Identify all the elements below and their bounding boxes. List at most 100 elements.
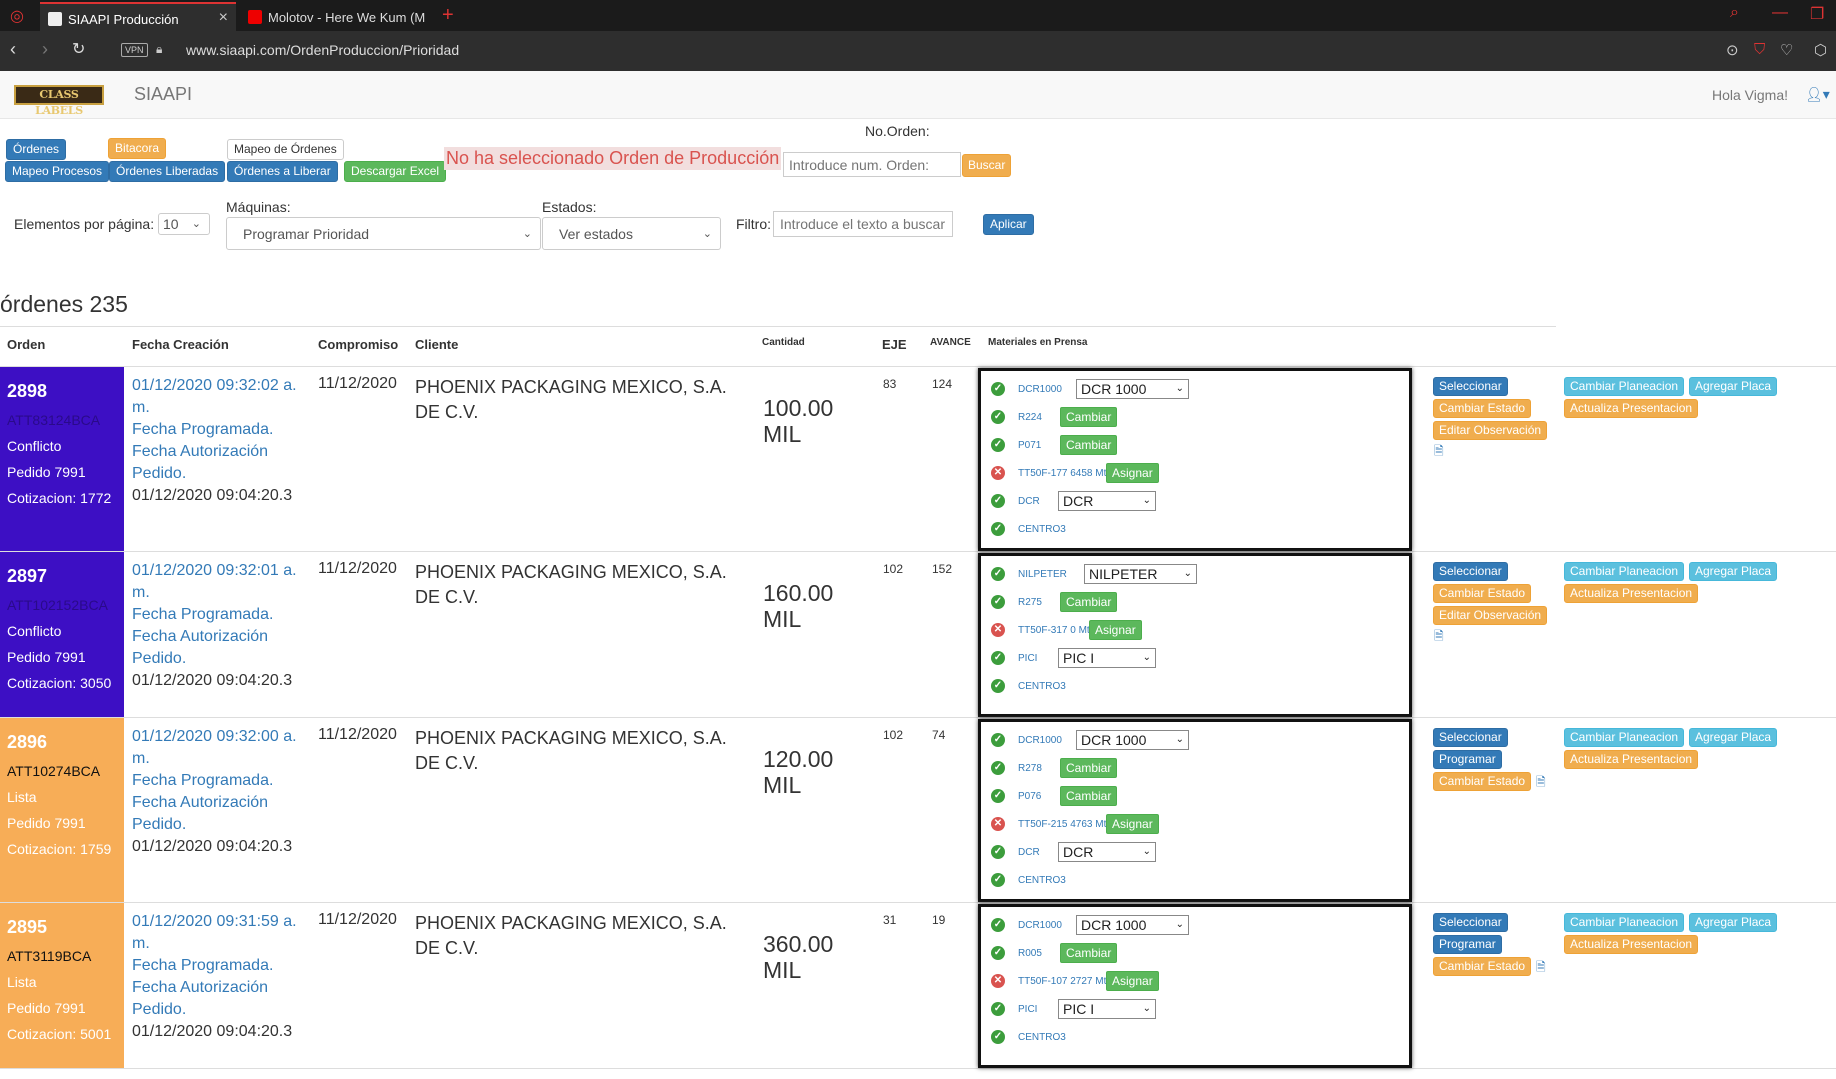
fecha-autorizacion[interactable]: Fecha Autorización Pedido. [132, 977, 312, 1021]
material-select[interactable]: DCR 1000 ⌄ [1076, 730, 1189, 750]
material-select[interactable]: DCR ⌄ [1058, 491, 1156, 511]
cambiar-button[interactable]: Cambiar [1060, 407, 1118, 427]
tab-youtube[interactable]: Molotov - Here We Kum (M [240, 2, 440, 31]
actualiza-presentacion-button[interactable]: Actualiza Presentacion [1564, 399, 1699, 418]
cambiar-planeacion-button[interactable]: Cambiar Planeacion [1564, 913, 1685, 932]
actualiza-presentacion-button[interactable]: Actualiza Presentacion [1564, 935, 1699, 954]
material-code[interactable]: NILPETER [1018, 569, 1067, 580]
vpn-badge[interactable]: VPN [121, 43, 148, 57]
material-select[interactable]: DCR 1000 ⌄ [1076, 915, 1189, 935]
cube-icon[interactable]: ⬡ [1814, 41, 1827, 59]
fecha-autorizacion[interactable]: Fecha Autorización Pedido. [132, 626, 312, 670]
material-code[interactable]: TT50F-317 0 Mts [1018, 625, 1095, 636]
order-number[interactable]: 2898 [7, 381, 117, 402]
editar-observacion-button[interactable]: Editar Observación [1433, 606, 1548, 625]
user-menu-icon[interactable]: 👤︎▾ [1805, 86, 1830, 103]
seleccionar-button[interactable]: Seleccionar [1433, 377, 1508, 396]
col-cantidad[interactable]: Cantidad [762, 337, 805, 348]
brand[interactable]: SIAAPI [134, 84, 192, 105]
editar-observacion-button[interactable]: Editar Observación [1433, 421, 1548, 440]
material-code[interactable]: DCR [1018, 847, 1040, 858]
material-code[interactable]: R224 [1018, 412, 1042, 423]
ordenes-liberadas-button[interactable]: Órdenes Liberadas [109, 161, 226, 182]
maquinas-select[interactable]: Programar Prioridad ⌄ [226, 217, 541, 250]
pdf-icon[interactable]: 🗎 [1536, 773, 1546, 794]
material-select[interactable]: PIC I ⌄ [1058, 648, 1156, 668]
material-select[interactable]: DCR 1000 ⌄ [1076, 379, 1189, 399]
material-code[interactable]: R005 [1018, 948, 1042, 959]
pdf-icon[interactable]: 🗎 [1434, 442, 1444, 463]
programar-button[interactable]: Programar [1433, 750, 1502, 769]
col-compromiso[interactable]: Compromiso [318, 337, 398, 352]
material-select[interactable]: PIC I ⌄ [1058, 999, 1156, 1019]
mapeo-procesos-button[interactable]: Mapeo Procesos [5, 161, 110, 182]
pdf-icon[interactable]: 🗎 [1434, 627, 1444, 648]
asignar-button[interactable]: Asignar [1106, 971, 1159, 991]
minimize-icon[interactable]: — [1772, 4, 1788, 22]
cambiar-button[interactable]: Cambiar [1060, 943, 1118, 963]
opera-menu-icon[interactable]: ◎ [10, 6, 24, 26]
table-row[interactable]: 2897 ATT102152BCA Conflicto Pedido 7991 … [0, 552, 1836, 718]
fecha-programada[interactable]: Fecha Programada. [132, 419, 312, 441]
cambiar-estado-button[interactable]: Cambiar Estado [1433, 584, 1532, 603]
material-code[interactable]: PICI [1018, 1004, 1037, 1015]
material-code[interactable]: CENTRO3 [1018, 1032, 1066, 1043]
elementos-select[interactable]: 10 ⌄ [158, 213, 210, 235]
ordenes-button[interactable]: Órdenes [6, 139, 67, 160]
bitacora-button[interactable]: Bitacora [108, 138, 167, 159]
material-code[interactable]: R275 [1018, 597, 1042, 608]
agregar-placa-button[interactable]: Agregar Placa [1689, 913, 1778, 932]
table-row[interactable]: 2898 ATT83124BCA Conflicto Pedido 7991 C… [0, 367, 1836, 552]
fecha-programada[interactable]: Fecha Programada. [132, 770, 312, 792]
fecha-creacion[interactable]: 01/12/2020 09:31:59 a. m. [132, 911, 312, 955]
fecha-creacion[interactable]: 01/12/2020 09:32:01 a. m. [132, 560, 312, 604]
col-eje[interactable]: EJE [882, 337, 907, 352]
order-number[interactable]: 2895 [7, 917, 117, 938]
material-code[interactable]: TT50F-215 4763 Mts [1018, 819, 1111, 830]
cambiar-button[interactable]: Cambiar [1060, 592, 1118, 612]
fecha-creacion[interactable]: 01/12/2020 09:32:02 a. m. [132, 375, 312, 419]
seleccionar-button[interactable]: Seleccionar [1433, 913, 1508, 932]
material-code[interactable]: TT50F-177 6458 Mts [1018, 468, 1111, 479]
url-field[interactable]: www.siaapi.com/OrdenProduccion/Prioridad [186, 42, 459, 58]
table-row[interactable]: 2895 ATT3119BCA Lista Pedido 7991 Cotiza… [0, 903, 1836, 1069]
material-code[interactable]: DCR1000 [1018, 920, 1062, 931]
material-code[interactable]: P071 [1018, 440, 1041, 451]
asignar-button[interactable]: Asignar [1106, 463, 1159, 483]
col-avance[interactable]: AVANCE [930, 337, 971, 348]
fecha-autorizacion[interactable]: Fecha Autorización Pedido. [132, 441, 312, 485]
ordenes-liberar-button[interactable]: Órdenes a Liberar [227, 161, 338, 182]
material-code[interactable]: CENTRO3 [1018, 875, 1066, 886]
material-code[interactable]: CENTRO3 [1018, 524, 1066, 535]
cambiar-planeacion-button[interactable]: Cambiar Planeacion [1564, 728, 1685, 747]
actualiza-presentacion-button[interactable]: Actualiza Presentacion [1564, 584, 1699, 603]
tab-siaapi[interactable]: SIAAPI Producción × [40, 2, 236, 31]
material-select[interactable]: DCR ⌄ [1058, 842, 1156, 862]
fecha-programada[interactable]: Fecha Programada. [132, 955, 312, 977]
cambiar-button[interactable]: Cambiar [1060, 786, 1118, 806]
material-code[interactable]: PICI [1018, 653, 1037, 664]
agregar-placa-button[interactable]: Agregar Placa [1689, 562, 1778, 581]
heart-icon[interactable]: ♡ [1780, 41, 1793, 59]
material-select[interactable]: NILPETER ⌄ [1084, 564, 1197, 584]
buscar-button[interactable]: Buscar [962, 154, 1012, 177]
col-orden[interactable]: Orden [7, 337, 45, 352]
shield-icon[interactable]: ⛉ [1754, 41, 1765, 58]
mapeo-ordenes-button[interactable]: Mapeo de Órdenes [227, 139, 344, 160]
camera-icon[interactable]: ⊙ [1726, 41, 1739, 59]
material-code[interactable]: DCR1000 [1018, 384, 1062, 395]
no-orden-input[interactable] [783, 152, 961, 177]
col-materiales[interactable]: Materiales en Prensa [988, 337, 1088, 348]
forward-icon[interactable]: › [42, 39, 48, 60]
seleccionar-button[interactable]: Seleccionar [1433, 728, 1508, 747]
agregar-placa-button[interactable]: Agregar Placa [1689, 377, 1778, 396]
seleccionar-button[interactable]: Seleccionar [1433, 562, 1508, 581]
cambiar-estado-button[interactable]: Cambiar Estado [1433, 957, 1532, 976]
fecha-autorizacion[interactable]: Fecha Autorización Pedido. [132, 792, 312, 836]
cambiar-button[interactable]: Cambiar [1060, 435, 1118, 455]
material-code[interactable]: DCR [1018, 496, 1040, 507]
back-icon[interactable]: ‹ [10, 39, 16, 60]
order-number[interactable]: 2897 [7, 566, 117, 587]
reload-icon[interactable]: ↻ [72, 39, 85, 59]
cambiar-planeacion-button[interactable]: Cambiar Planeacion [1564, 377, 1685, 396]
